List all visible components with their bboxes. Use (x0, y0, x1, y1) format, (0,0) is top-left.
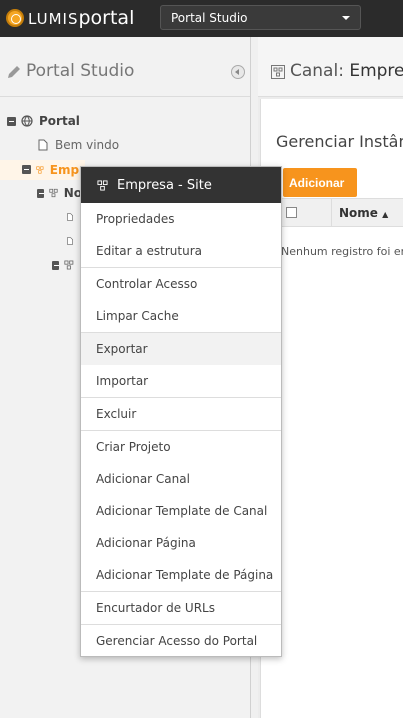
pencil-icon (8, 66, 20, 78)
page-icon (67, 213, 73, 221)
empty-message: Nenhum registro foi en (281, 245, 403, 258)
menu-item-controlar-acesso[interactable]: Controlar Acesso (81, 268, 281, 300)
tree-item-portal[interactable]: Portal (7, 111, 247, 131)
top-bar: LUMISportal Portal Studio (0, 0, 403, 37)
tree-item-channel[interactable] (52, 255, 80, 275)
menu-item-excluir[interactable]: Excluir (81, 398, 281, 430)
channel-icon (36, 166, 44, 174)
tree-item-empresa[interactable]: Empr (0, 160, 85, 180)
logo-text: LUMISportal (28, 7, 135, 29)
add-button[interactable]: Adicionar (283, 168, 357, 197)
context-menu-header: Empresa - Site (81, 167, 281, 203)
menu-item-exportar[interactable]: Exportar (81, 333, 281, 365)
channel-icon (49, 188, 58, 198)
menu-item-propriedades[interactable]: Propriedades (81, 203, 281, 235)
menu-item-gerenciar-acesso-portal[interactable]: Gerenciar Acesso do Portal (81, 625, 281, 657)
lumis-logo[interactable]: LUMISportal (6, 7, 134, 29)
channel-icon (64, 260, 74, 270)
menu-item-criar-projeto[interactable]: Criar Projeto (81, 431, 281, 463)
column-divider (331, 199, 332, 226)
sort-asc-icon: ▲ (382, 210, 389, 219)
context-menu: Empresa - Site Propriedades Editar a est… (80, 166, 282, 657)
portal-selector-value: Portal Studio (171, 11, 248, 25)
collapse-node-icon[interactable] (37, 188, 44, 198)
menu-item-adicionar-pagina[interactable]: Adicionar Página (81, 527, 281, 559)
menu-item-importar[interactable]: Importar (81, 365, 281, 397)
menu-item-adicionar-template-pagina[interactable]: Adicionar Template de Página (81, 559, 281, 591)
collapse-node-icon[interactable] (7, 116, 16, 126)
page-icon (38, 139, 48, 151)
right-panel-header: Canal: Empres (258, 37, 403, 97)
logo-icon (6, 9, 24, 27)
tree-item-no[interactable]: No (37, 183, 82, 203)
tree-item-label: Portal (39, 114, 80, 128)
section-title: Gerenciar Instânc (276, 132, 403, 151)
table-header: Nome ▲ (276, 198, 403, 227)
context-menu-title: Empresa - Site (117, 177, 212, 193)
column-header-name[interactable]: Nome ▲ (339, 206, 388, 220)
menu-item-editar-estrutura[interactable]: Editar a estrutura (81, 235, 281, 267)
menu-item-adicionar-canal[interactable]: Adicionar Canal (81, 463, 281, 495)
menu-item-limpar-cache[interactable]: Limpar Cache (81, 300, 281, 332)
tree-item-bem-vindo[interactable]: Bem vindo (37, 135, 247, 155)
select-all-checkbox[interactable] (286, 207, 297, 218)
tree-item-page[interactable] (66, 231, 80, 251)
left-panel-title: Portal Studio (26, 61, 135, 81)
page-icon (67, 237, 73, 245)
menu-item-adicionar-template-canal[interactable]: Adicionar Template de Canal (81, 495, 281, 527)
channel-icon (97, 179, 108, 191)
collapse-node-icon[interactable] (52, 260, 60, 270)
channel-icon (271, 65, 285, 79)
tree-item-label: Bem vindo (55, 138, 120, 152)
page-title: Canal: Empres (290, 61, 403, 81)
collapse-node-icon[interactable] (22, 165, 31, 174)
tree-item-page[interactable] (66, 207, 80, 227)
menu-item-encurtador-urls[interactable]: Encurtador de URLs (81, 592, 281, 624)
collapse-panel-icon[interactable] (231, 65, 245, 79)
chevron-down-icon (342, 16, 350, 20)
left-panel-header: Portal Studio (0, 37, 250, 97)
portal-selector[interactable]: Portal Studio (160, 5, 361, 30)
globe-icon (21, 115, 33, 127)
